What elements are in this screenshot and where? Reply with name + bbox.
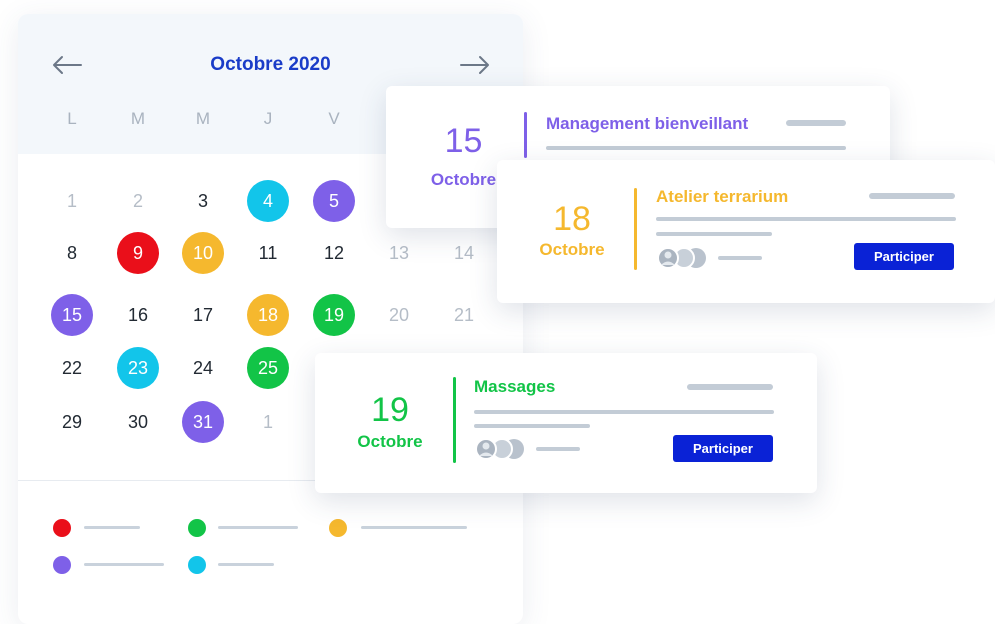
event-day: 15 [444, 122, 483, 160]
calendar-day[interactable]: 25 [247, 347, 289, 389]
placeholder-line [536, 447, 580, 451]
calendar-day[interactable]: 4 [247, 180, 289, 222]
placeholder-line [786, 120, 846, 126]
event-card-atelier[interactable]: 18 Octobre Atelier terrarium Participer [497, 160, 995, 303]
event-title: Massages [474, 377, 556, 396]
weekday-label: M [130, 109, 146, 128]
calendar-day[interactable]: 12 [313, 232, 355, 274]
calendar-day[interactable]: 11 [247, 232, 289, 274]
calendar-day[interactable]: 16 [117, 294, 159, 336]
event-title: Atelier terrarium [656, 187, 789, 206]
legend-dot [53, 519, 71, 537]
calendar-day[interactable]: 15 [51, 294, 93, 336]
calendar-day[interactable]: 19 [313, 294, 355, 336]
calendar-day[interactable]: 10 [182, 232, 224, 274]
placeholder-line [687, 384, 773, 390]
participer-button[interactable]: Participer [854, 243, 954, 270]
event-accent-bar [634, 188, 637, 270]
legend-dot [329, 519, 347, 537]
legend-line [84, 563, 164, 566]
placeholder-line [718, 256, 762, 260]
placeholder-line [474, 410, 774, 414]
attendees-avatars-icon [474, 437, 530, 461]
calendar-day[interactable]: 1 [247, 401, 289, 443]
calendar-day[interactable]: 9 [117, 232, 159, 274]
calendar-day[interactable]: 21 [443, 294, 485, 336]
event-day: 18 [553, 200, 591, 238]
calendar-day[interactable]: 13 [378, 232, 420, 274]
legend-dot [188, 519, 206, 537]
calendar-day[interactable]: 14 [443, 232, 485, 274]
event-accent-bar [453, 377, 456, 463]
next-month-button[interactable] [458, 50, 492, 80]
weekday-label: M [195, 109, 211, 128]
calendar-day[interactable]: 23 [117, 347, 159, 389]
calendar-day[interactable]: 3 [182, 180, 224, 222]
event-day: 19 [371, 391, 409, 429]
legend-line [218, 526, 298, 529]
calendar-day[interactable]: 1 [51, 180, 93, 222]
calendar-day[interactable]: 8 [51, 232, 93, 274]
event-accent-bar [524, 112, 527, 158]
calendar-day[interactable]: 22 [51, 347, 93, 389]
month-title: Octobre 2020 [210, 54, 331, 75]
weekday-label: L [67, 109, 77, 128]
arrow-right-icon [460, 56, 489, 74]
placeholder-line [869, 193, 955, 199]
legend-dot [188, 556, 206, 574]
legend-line [218, 563, 274, 566]
calendar-day[interactable]: 29 [51, 401, 93, 443]
calendar-day[interactable]: 17 [182, 294, 224, 336]
placeholder-line [656, 217, 956, 221]
calendar-day[interactable]: 5 [313, 180, 355, 222]
placeholder-line [656, 232, 772, 236]
participer-button[interactable]: Participer [673, 435, 773, 462]
placeholder-line [546, 146, 846, 150]
event-month: Octobre [539, 240, 605, 259]
weekday-label: J [263, 109, 273, 128]
calendar-day[interactable]: 30 [117, 401, 159, 443]
legend-dot [53, 556, 71, 574]
event-title: Management bienveillant [546, 114, 749, 133]
calendar-day[interactable]: 18 [247, 294, 289, 336]
calendar-day[interactable]: 31 [182, 401, 224, 443]
legend-line [84, 526, 140, 529]
weekday-label: V [328, 109, 340, 128]
event-month: Octobre [357, 432, 423, 451]
calendar-day[interactable]: 2 [117, 180, 159, 222]
calendar-day[interactable]: 24 [182, 347, 224, 389]
attendees-avatars-icon [656, 246, 712, 270]
event-card-massages[interactable]: 19 Octobre Massages Participer [315, 353, 817, 493]
placeholder-line [474, 424, 590, 428]
legend-line [361, 526, 467, 529]
calendar-day[interactable]: 20 [378, 294, 420, 336]
